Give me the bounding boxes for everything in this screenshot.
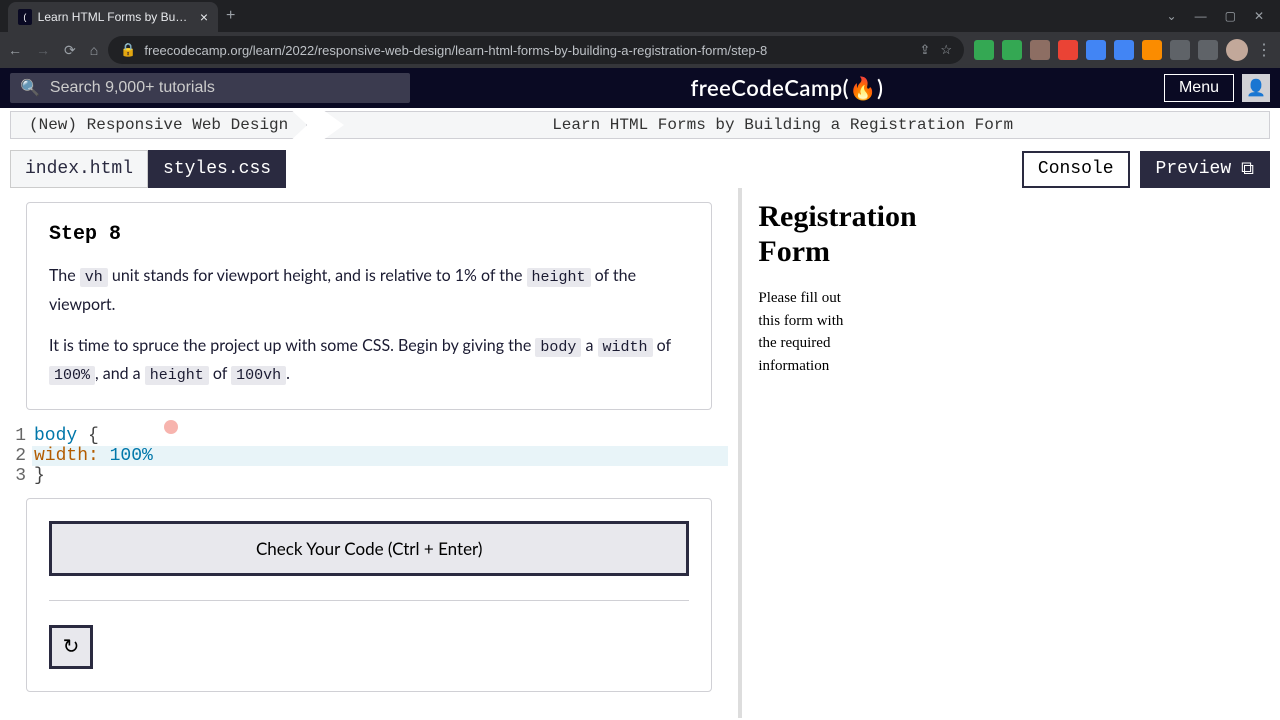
extension-icon[interactable]: [1086, 40, 1106, 60]
browser-menu-icon[interactable]: ⋮: [1256, 40, 1272, 60]
step-instructions: Step 8 The vh unit stands for viewport h…: [26, 202, 712, 410]
preview-button[interactable]: Preview ⧉: [1140, 151, 1270, 188]
step-paragraph: The vh unit stands for viewport height, …: [49, 262, 689, 318]
share-icon[interactable]: ⇪: [919, 42, 930, 58]
fcc-header: 🔍 Search 9,000+ tutorials freeCodeCamp(🔥…: [0, 68, 1280, 108]
nav-back-icon[interactable]: ←: [8, 42, 22, 59]
code-line[interactable]: width: 100%: [32, 446, 728, 466]
preview-paragraph: Please fill out this form with the requi…: [758, 287, 863, 377]
code-line[interactable]: body {: [32, 426, 728, 446]
line-number: 1: [10, 426, 32, 446]
reset-button[interactable]: ↻: [49, 625, 93, 669]
extension-icon[interactable]: [1114, 40, 1134, 60]
browser-tab-bar: ( Learn HTML Forms by Building a × + ⌄ ―…: [0, 0, 1280, 32]
fcc-logo[interactable]: freeCodeCamp(🔥): [410, 74, 1164, 102]
extension-icon[interactable]: [1142, 40, 1162, 60]
preview-button-label: Preview: [1156, 159, 1232, 179]
extensions-menu-icon[interactable]: [1170, 40, 1190, 60]
nav-forward-icon[interactable]: →: [36, 42, 50, 59]
editor-toolbar: index.html styles.css Console Preview ⧉: [0, 142, 1280, 188]
user-avatar-icon[interactable]: 👤: [1242, 74, 1270, 102]
breadcrumb-lesson[interactable]: Learn HTML Forms by Building a Registrat…: [295, 111, 1270, 139]
breadcrumb-course[interactable]: (New) Responsive Web Design: [10, 111, 307, 139]
extension-icons: ⋮: [974, 39, 1272, 61]
line-number: 2: [10, 446, 32, 466]
tab-title: Learn HTML Forms by Building a: [38, 10, 188, 24]
window-controls: ⌄ ― ▢ ✕: [1167, 9, 1272, 23]
fcc-favicon: (: [18, 9, 32, 25]
step-paragraph: It is time to spruce the project up with…: [49, 332, 689, 389]
cursor-indicator-icon: [164, 420, 178, 434]
browser-tab[interactable]: ( Learn HTML Forms by Building a ×: [8, 2, 218, 32]
tab-index-html[interactable]: index.html: [10, 150, 148, 188]
window-maximize-icon[interactable]: ▢: [1225, 9, 1236, 23]
line-number: 3: [10, 466, 32, 486]
nav-home-icon[interactable]: ⌂: [90, 42, 98, 59]
step-title: Step 8: [49, 223, 689, 246]
nav-reload-icon[interactable]: ⟳: [64, 42, 76, 59]
check-code-button[interactable]: Check Your Code (Ctrl + Enter): [49, 521, 689, 576]
tab-styles-css[interactable]: styles.css: [148, 150, 286, 188]
window-dropdown-icon[interactable]: ⌄: [1167, 9, 1177, 23]
search-input[interactable]: 🔍 Search 9,000+ tutorials: [10, 73, 410, 103]
breadcrumb: (New) Responsive Web Design Learn HTML F…: [0, 108, 1280, 142]
address-bar: ← → ⟳ ⌂ 🔒 freecodecamp.org/learn/2022/re…: [0, 32, 1280, 68]
profile-avatar[interactable]: [1226, 39, 1248, 61]
tab-close-icon[interactable]: ×: [200, 9, 208, 25]
code-editor[interactable]: 1 body { 2 width: 100% 3 }: [10, 426, 728, 486]
code-line[interactable]: }: [32, 466, 728, 486]
window-close-icon[interactable]: ✕: [1254, 9, 1264, 23]
extension-icon[interactable]: [1030, 40, 1050, 60]
action-card: Check Your Code (Ctrl + Enter) ↻: [26, 498, 712, 692]
extension-icon[interactable]: [974, 40, 994, 60]
extension-icon[interactable]: [1002, 40, 1022, 60]
url-field[interactable]: 🔒 freecodecamp.org/learn/2022/responsive…: [108, 36, 964, 64]
menu-button[interactable]: Menu: [1164, 74, 1234, 102]
url-text: freecodecamp.org/learn/2022/responsive-w…: [144, 43, 767, 58]
window-minimize-icon[interactable]: ―: [1195, 9, 1207, 23]
sidepanel-icon[interactable]: [1198, 40, 1218, 60]
editor-pane: Step 8 The vh unit stands for viewport h…: [0, 188, 742, 718]
extension-icon[interactable]: [1058, 40, 1078, 60]
preview-pane: Registration Form Please fill out this f…: [742, 188, 1280, 718]
console-button[interactable]: Console: [1022, 151, 1130, 188]
bookmark-icon[interactable]: ☆: [940, 42, 952, 58]
search-placeholder: Search 9,000+ tutorials: [50, 79, 215, 97]
lock-icon: 🔒: [120, 42, 136, 58]
new-tab-button[interactable]: +: [226, 7, 235, 25]
divider: [49, 600, 689, 601]
preview-popout-icon: ⧉: [1241, 159, 1254, 180]
preview-heading: Registration Form: [758, 200, 958, 269]
search-icon: 🔍: [20, 78, 40, 98]
